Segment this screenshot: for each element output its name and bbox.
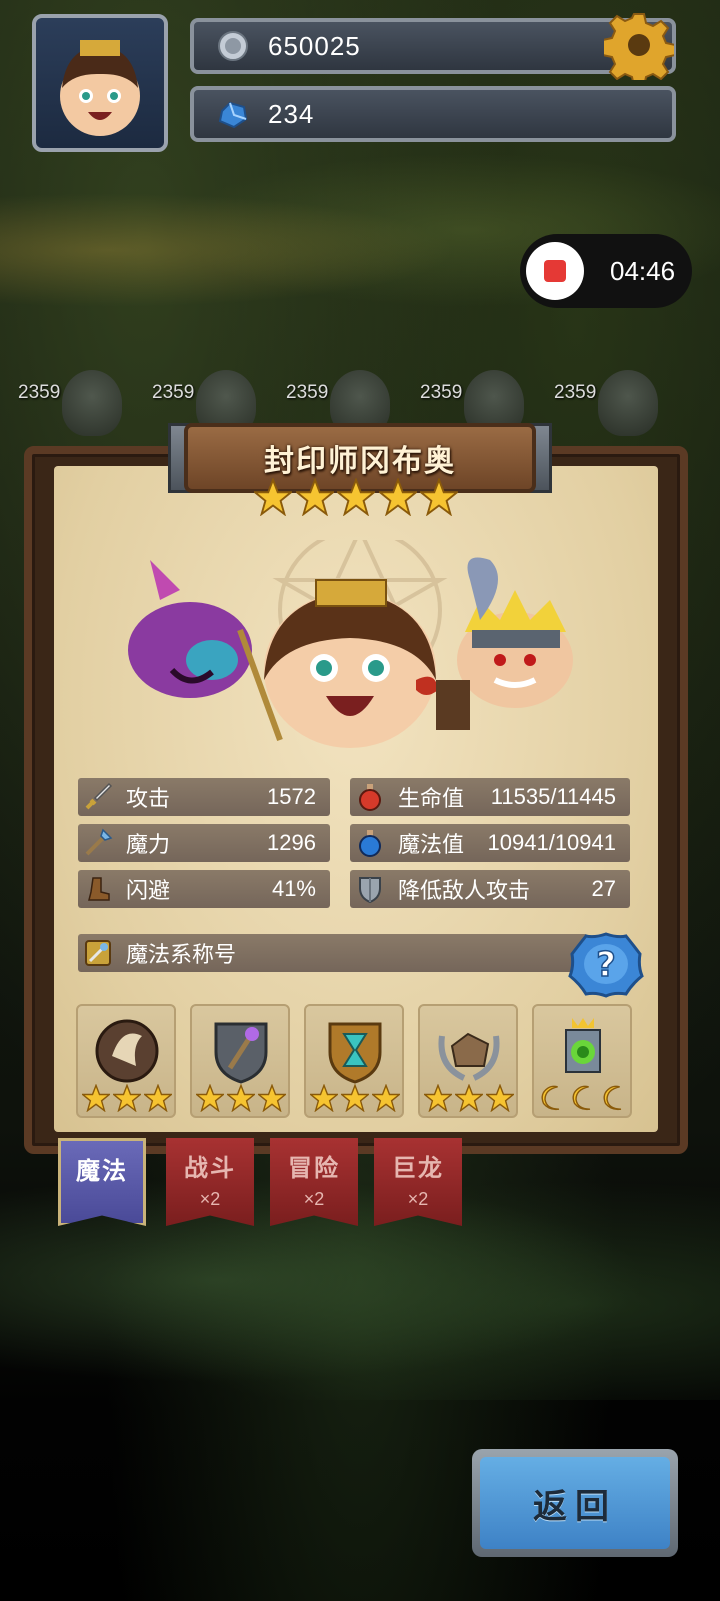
magic-title-icon <box>80 935 116 971</box>
enemy-slot: 2359 <box>18 370 138 440</box>
stop-record-button[interactable] <box>526 242 584 300</box>
hero-portrait <box>128 540 573 748</box>
tab-dragon[interactable]: 巨龙 ×2 <box>374 1138 462 1226</box>
skull-icon <box>62 370 122 436</box>
star-icon <box>378 478 417 516</box>
star-icon <box>423 1084 452 1112</box>
tab-label: 战斗 <box>184 1155 236 1182</box>
stat-label: 降低敌人攻击 <box>398 878 531 903</box>
stat-hp: 生命值 11535/11445 <box>350 778 630 816</box>
hourglass-shield-icon <box>328 1022 382 1084</box>
title-label: 魔法系称号 <box>126 942 237 967</box>
hero-stars <box>254 478 458 518</box>
star-icon <box>295 478 334 516</box>
skull-icon <box>598 370 658 436</box>
enemy-hp: 2359 <box>152 382 195 403</box>
stat-mp: 魔法值 10941/10941 <box>350 824 630 862</box>
stat-label: 攻击 <box>126 786 171 811</box>
recording-time: 04:46 <box>610 255 676 286</box>
staff-icon <box>80 825 116 861</box>
enemy-hp: 2359 <box>554 382 597 403</box>
star-icon <box>486 1084 515 1112</box>
screen-recording-indicator[interactable]: 04:46 <box>520 234 692 308</box>
enemy-slot: 2359 <box>554 370 674 440</box>
stat-value: 41% <box>271 876 316 901</box>
skill-slot-1[interactable] <box>76 1004 176 1118</box>
stat-reduce-attack: 降低敌人攻击 27 <box>350 870 630 908</box>
star-icon <box>454 1084 483 1112</box>
stat-attack: 攻击 1572 <box>78 778 330 816</box>
staff-shield-icon <box>214 1022 268 1084</box>
stat-value: 1572 <box>267 784 316 809</box>
star-icon <box>81 1084 110 1112</box>
enemy-hp: 2359 <box>420 382 463 403</box>
question-mark-icon: ? <box>596 945 616 985</box>
star-icon <box>340 1084 369 1112</box>
coin-amount: 650025 <box>268 30 361 61</box>
star-icon <box>420 478 458 516</box>
star-icon <box>337 478 375 516</box>
settings-gear-icon[interactable] <box>602 10 676 87</box>
gem-bar: 234 <box>190 86 676 142</box>
skill-slot-4[interactable] <box>418 1004 518 1118</box>
coin-icon <box>216 29 250 63</box>
red-potion-icon <box>352 779 388 815</box>
stat-label: 魔力 <box>126 832 171 857</box>
stat-label: 生命值 <box>398 786 465 811</box>
moon-icon <box>541 1085 559 1111</box>
skill-slot-2[interactable] <box>190 1004 290 1118</box>
hero-name: 封印师冈布奥 <box>264 445 456 478</box>
skill-slot-5[interactable] <box>532 1004 632 1118</box>
tab-adventure[interactable]: 冒险 ×2 <box>270 1138 358 1226</box>
tab-battle[interactable]: 战斗 ×2 <box>166 1138 254 1226</box>
stat-value: 11535/11445 <box>490 784 616 809</box>
stat-dodge: 闪避 41% <box>78 870 330 908</box>
stat-value: 27 <box>591 876 616 901</box>
star-icon <box>309 1084 338 1112</box>
stat-label: 闪避 <box>126 878 171 903</box>
tab-magic[interactable]: 魔法 <box>58 1138 146 1226</box>
rock-laurel-icon <box>438 1032 500 1081</box>
stat-magic: 魔力 1296 <box>78 824 330 862</box>
star-icon <box>254 478 292 516</box>
stop-icon <box>544 260 566 282</box>
player-avatar[interactable] <box>32 14 168 152</box>
shield-icon <box>352 871 388 907</box>
enemy-hp: 2359 <box>18 382 61 403</box>
blue-potion-icon <box>352 825 388 861</box>
skill-slot-3[interactable] <box>304 1004 404 1118</box>
stat-value: 1296 <box>267 830 316 855</box>
horn-shield-icon <box>95 1019 159 1083</box>
moon-icon <box>572 1085 591 1111</box>
tab-label: 魔法 <box>76 1158 128 1185</box>
tab-label: 冒险 <box>288 1155 340 1182</box>
enemy-hp: 2359 <box>286 382 329 403</box>
star-icon <box>226 1084 255 1112</box>
magic-title-row: 魔法系称号 <box>78 934 588 972</box>
sword-icon <box>80 779 116 815</box>
gem-amount: 234 <box>268 98 315 129</box>
star-icon <box>258 1084 287 1112</box>
moon-icon <box>603 1085 622 1111</box>
boot-icon <box>80 871 116 907</box>
stat-label: 魔法值 <box>398 832 465 857</box>
portal-crown-icon <box>565 1018 601 1073</box>
tab-multiplier: ×2 <box>303 1189 325 1209</box>
gem-icon <box>216 97 250 131</box>
return-button[interactable]: 返回 <box>472 1449 678 1557</box>
star-icon <box>112 1084 141 1112</box>
return-label: 返回 <box>533 1487 617 1526</box>
star-icon <box>195 1084 224 1112</box>
tab-multiplier: ×2 <box>199 1189 221 1209</box>
tab-multiplier: ×2 <box>407 1189 429 1209</box>
help-button[interactable]: ? <box>568 932 644 998</box>
star-icon <box>144 1084 173 1112</box>
tab-label: 巨龙 <box>392 1155 444 1182</box>
stat-value: 10941/10941 <box>487 830 616 855</box>
star-icon <box>372 1084 401 1112</box>
